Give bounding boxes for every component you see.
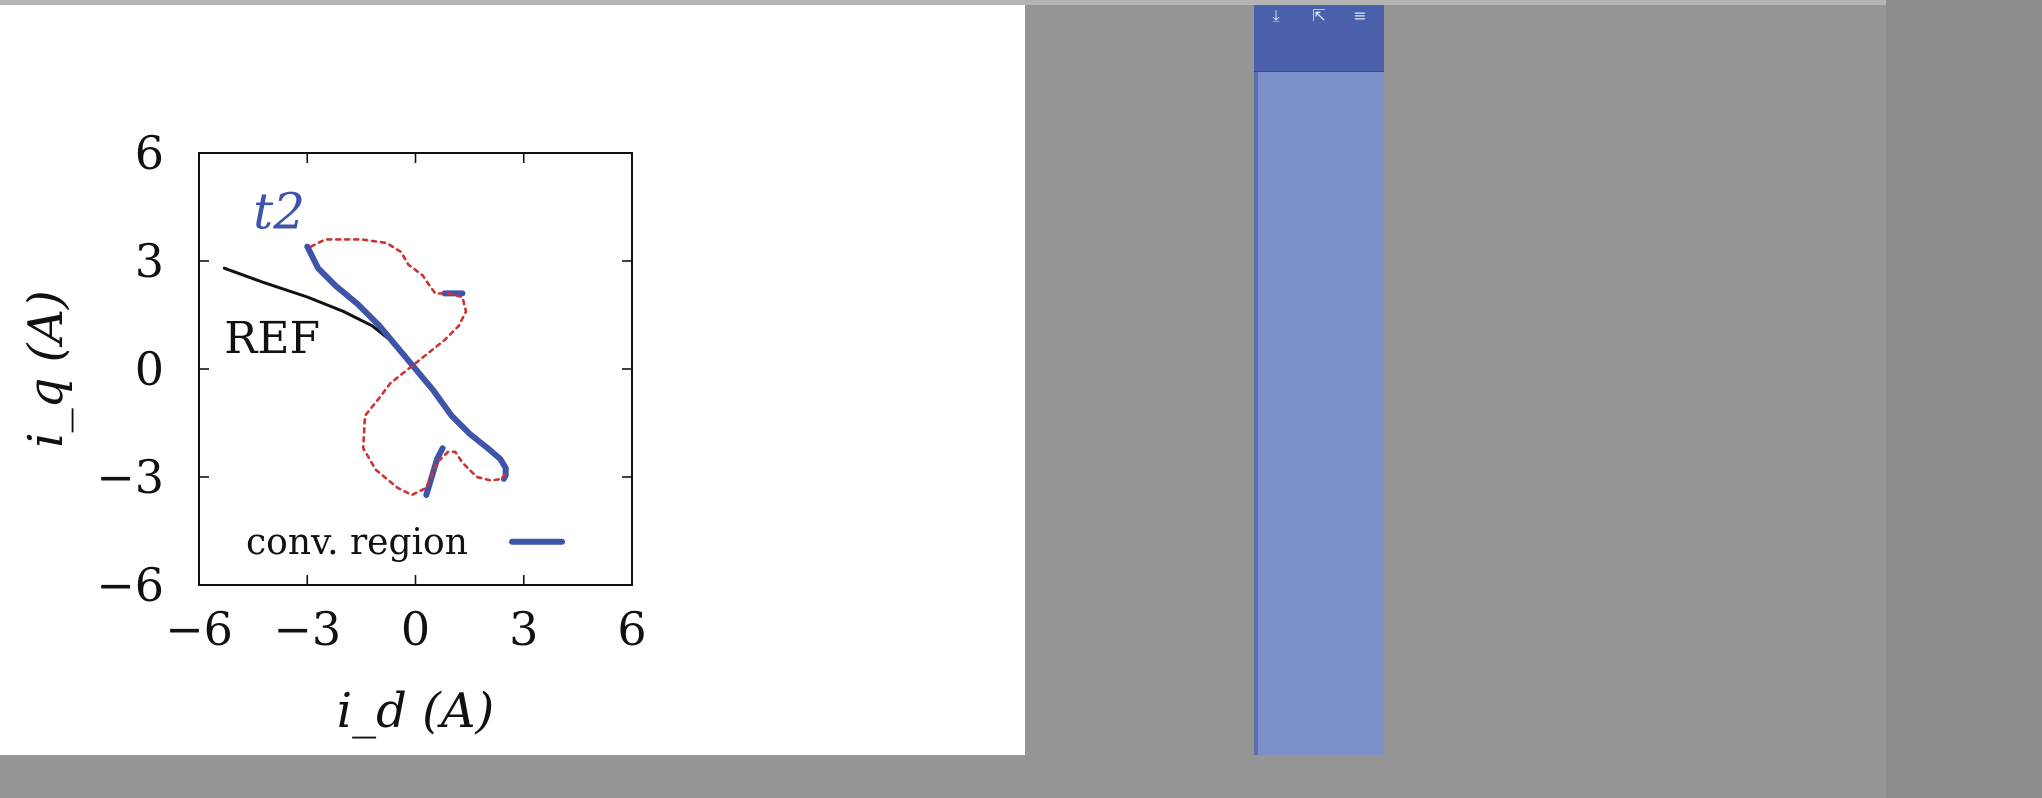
- share-icon[interactable]: ⇱: [1309, 5, 1329, 27]
- side-panel: ⤓ ⇱ ≡: [1254, 5, 1384, 755]
- y-tick-label: 3: [135, 234, 164, 288]
- y-tick-label: −3: [96, 450, 164, 504]
- side-panel-shade: [1254, 5, 1258, 755]
- menu-icon[interactable]: ≡: [1350, 5, 1370, 27]
- y-axis-label: i_q (A): [18, 290, 74, 447]
- x-tick-label: 3: [509, 602, 538, 656]
- x-tick-label: 6: [617, 602, 646, 656]
- side-toolbar: ⤓ ⇱ ≡: [1254, 5, 1384, 72]
- x-tick-label: −6: [165, 602, 233, 656]
- conv-region-line: [423, 445, 446, 498]
- t2-annotation: t2: [253, 183, 305, 241]
- legend-label: conv. region: [246, 522, 468, 563]
- download-icon[interactable]: ⤓: [1266, 5, 1286, 27]
- chart: −6 −3 0 3 6 6 3 0 −3 −6 i_d (A) i_q (A) t2 REF conv. r…: [18, 126, 647, 739]
- dashed-trajectory-line: [309, 238, 508, 497]
- ref-annotation: REF: [224, 313, 320, 364]
- x-tick-label: 0: [401, 602, 430, 656]
- x-tick-label: −3: [273, 602, 341, 656]
- y-tick-label: −6: [96, 558, 164, 612]
- x-axis-label: i_d (A): [337, 683, 494, 739]
- y-tick-label: 6: [135, 126, 164, 180]
- conv-region-line: [304, 243, 509, 482]
- y-tick-label: 0: [135, 342, 164, 396]
- window-edge: [1886, 0, 2042, 798]
- document-page: −6 −3 0 3 6 6 3 0 −3 −6 i_d (A) i_q (A) t2 REF conv. r…: [0, 5, 1025, 755]
